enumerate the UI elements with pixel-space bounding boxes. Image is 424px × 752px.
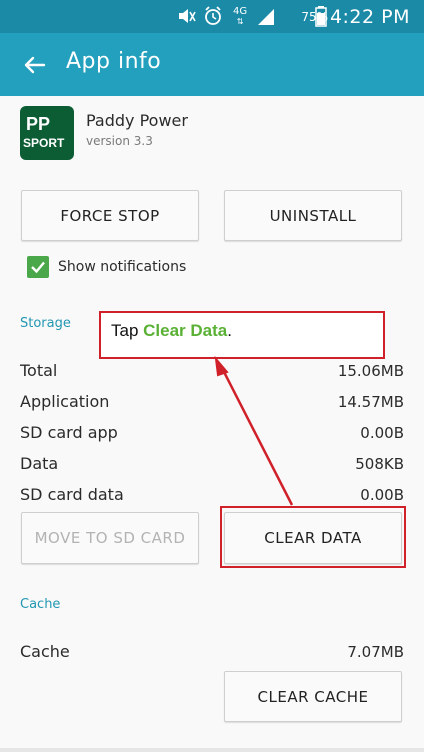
storage-row-value: 0.00B: [360, 486, 404, 504]
app-name: Paddy Power: [86, 111, 188, 130]
storage-row-value: 15.06MB: [337, 362, 404, 380]
network-4g-icon: 4G ⇅: [233, 5, 248, 26]
battery-icon: [315, 6, 327, 27]
cache-row-value: 7.07MB: [347, 643, 404, 661]
storage-row-label: Data: [20, 454, 59, 473]
callout-suffix: .: [227, 321, 232, 340]
arrow-left-icon[interactable]: [18, 49, 50, 81]
storage-row-label: Application: [20, 392, 110, 411]
storage-row-value: 508KB: [355, 455, 404, 473]
storage-row-value: 0.00B: [360, 424, 404, 442]
callout-prefix: Tap: [111, 321, 144, 340]
page-title: App info: [66, 49, 162, 74]
app-bar: App info: [0, 33, 424, 96]
force-stop-button[interactable]: FORCE STOP: [21, 190, 199, 241]
signal-icon: [258, 9, 274, 25]
storage-row-label: SD card data: [20, 485, 124, 504]
bottom-edge: [0, 748, 424, 752]
cache-row-label: Cache: [20, 642, 70, 661]
status-bar: 4G ⇅ 75% 4:22 PM: [0, 0, 424, 33]
uninstall-button[interactable]: UNINSTALL: [224, 190, 402, 241]
clear-data-button[interactable]: CLEAR DATA: [224, 512, 402, 564]
move-to-sd-card-button[interactable]: MOVE TO SD CARD: [21, 512, 199, 564]
storage-row-label: Total: [20, 361, 58, 380]
show-notifications-checkbox[interactable]: [27, 256, 49, 278]
show-notifications-label: Show notifications: [58, 259, 187, 275]
instruction-callout: Tap Clear Data.: [99, 311, 385, 359]
callout-highlight: Clear Data: [143, 321, 228, 340]
clear-cache-button[interactable]: CLEAR CACHE: [224, 671, 402, 722]
mute-icon: [179, 9, 196, 23]
cache-section-label: Cache: [20, 597, 61, 612]
checkmark-icon: [31, 261, 45, 274]
app-version: version 3.3: [86, 134, 153, 148]
storage-row-value: 14.57MB: [337, 393, 404, 411]
storage-row-label: SD card app: [20, 423, 118, 442]
storage-section-label: Storage: [20, 316, 71, 331]
alarm-icon: [205, 6, 221, 25]
clock: 4:22 PM: [329, 5, 410, 28]
app-logo-icon: PP SPORT: [20, 106, 74, 160]
